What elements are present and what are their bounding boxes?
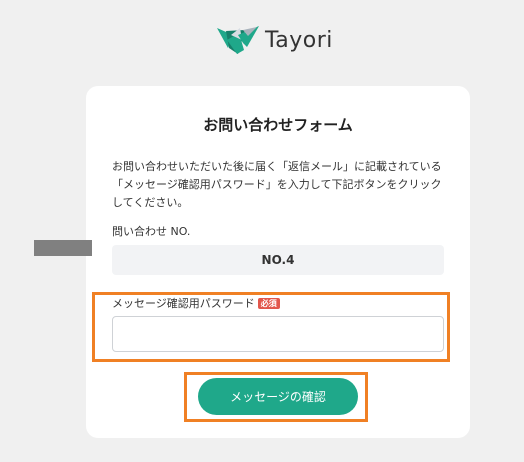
required-badge: 必須: [257, 297, 280, 309]
inquiry-number-label: 問い合わせ NO.: [112, 225, 191, 238]
form-title: お問い合わせフォーム: [203, 116, 353, 134]
confirm-message-button[interactable]: メッセージの確認: [198, 378, 358, 415]
brand-name: Tayori: [265, 28, 333, 53]
password-label-text: メッセージ確認用パスワード: [112, 297, 255, 310]
inquiry-number-value: NO.4: [112, 245, 444, 275]
password-input[interactable]: [112, 316, 444, 352]
password-field-label: メッセージ確認用パスワード 必須: [112, 295, 280, 311]
tayori-bird-icon: [217, 26, 259, 54]
redacted-password-value: [34, 240, 92, 256]
brand-logo: Tayori: [217, 24, 333, 58]
form-description: お問い合わせいただいた後に届く「返信メール」に記載されている「メッセージ確認用パ…: [112, 160, 442, 209]
